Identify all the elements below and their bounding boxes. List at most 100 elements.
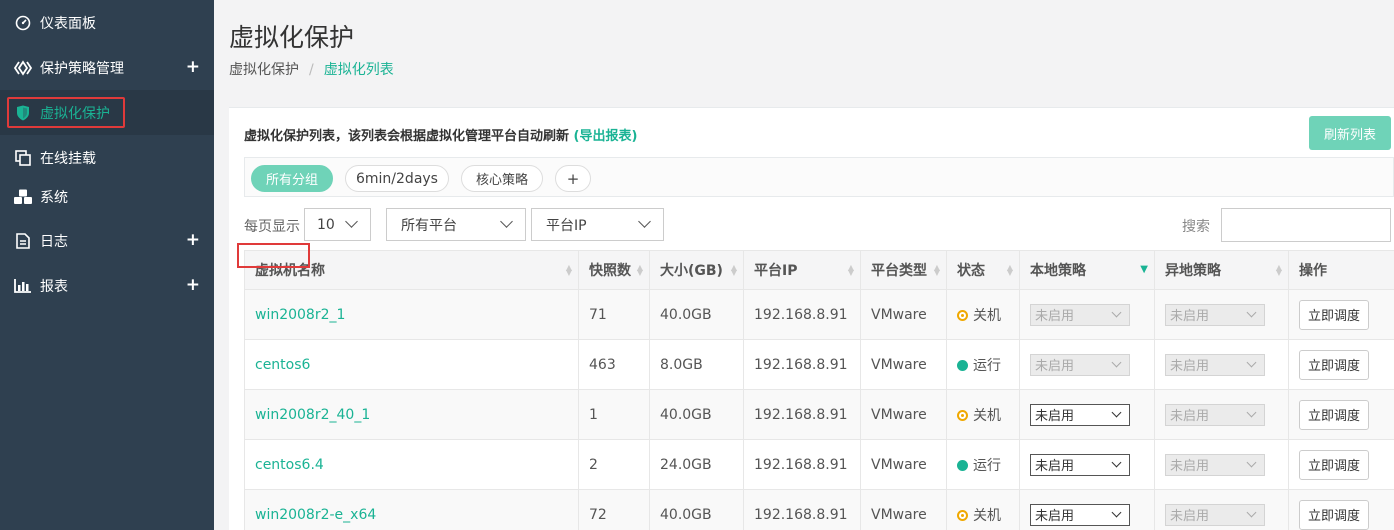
cell-platform-ip: 192.168.8.91 [743, 489, 861, 530]
table-row: win2008r2_1 71 40.0GB 192.168.8.91 VMware 关机 未… [244, 289, 1394, 340]
highlight-box [7, 97, 125, 128]
filter-bar: 每页显示 10 所有平台 平台IP 搜索 [244, 208, 1394, 242]
remote-policy-select: 未启用 [1165, 403, 1265, 426]
local-policy-select[interactable]: 未启用 [1030, 403, 1130, 426]
expand-plus-icon[interactable]: + [186, 230, 200, 250]
table-header-row: 虚拟机名称 ▲ ▼ 快照数 ▲ ▼ 大小(GB) ▲ ▼ 平台IP ▲ ▼ 平台类型 ▲ ▼ 状态 ▲… [244, 250, 1394, 290]
local-policy-select: 未启用 [1030, 353, 1130, 376]
cell-platform-ip: 192.168.8.91 [743, 439, 861, 490]
chevron-down-icon [1111, 357, 1122, 367]
chevron-down-icon [1111, 407, 1122, 417]
highlight-box [236, 242, 310, 268]
vm-name-link[interactable]: win2008r2_1 [255, 307, 345, 323]
per-page-select[interactable]: 10 [304, 208, 371, 241]
cell-snapshots: 1 [578, 389, 650, 440]
cell-vm-name: win2008r2-e_x64 [244, 489, 579, 530]
schedule-now-button[interactable]: 立即调度 [1299, 449, 1369, 480]
group-tag-bar: 所有分组 6min/2days 核心策略 + [244, 157, 1394, 197]
sort-icon: ▲ ▼ [1275, 263, 1282, 277]
status-text: 运行 [973, 457, 1001, 474]
column-header-status[interactable]: 状态 ▲ ▼ [946, 250, 1020, 290]
add-tag-button[interactable]: + [555, 165, 591, 192]
cell-vm-name: win2008r2_40_1 [244, 389, 579, 440]
tag-core-policy[interactable]: 核心策略 [461, 165, 543, 192]
cell-action: 立即调度 [1288, 439, 1394, 490]
search-label: 搜索 [1182, 219, 1210, 235]
sidebar-item-label: 系统 [40, 189, 68, 206]
sidebar-item-virtualization[interactable]: 虚拟化保护 [0, 90, 214, 135]
chevron-down-icon [1111, 457, 1122, 467]
column-header-platform-type[interactable]: 平台类型 ▲ ▼ [860, 250, 947, 290]
schedule-now-button[interactable]: 立即调度 [1299, 349, 1369, 380]
platform-ip-value: 平台IP [546, 217, 587, 234]
sidebar-item-label: 报表 [40, 278, 68, 295]
vm-name-link[interactable]: centos6.4 [255, 457, 324, 473]
running-dot-icon [957, 359, 968, 371]
column-header-local-policy[interactable]: 本地策略 ▼ [1019, 250, 1155, 290]
sidebar-item-log[interactable]: 日志 + [0, 218, 214, 263]
chevron-down-icon [1246, 507, 1257, 517]
running-dot-icon [957, 459, 968, 471]
cell-platform-ip: 192.168.8.91 [743, 289, 861, 340]
table-row: centos6.4 2 24.0GB 192.168.8.91 VMware 运行 未启用 未… [244, 439, 1394, 490]
local-policy-select[interactable]: 未启用 [1030, 453, 1130, 476]
vm-name-link[interactable]: centos6 [255, 357, 310, 373]
cell-platform-type: VMware [860, 439, 947, 490]
expand-plus-icon[interactable]: + [186, 275, 200, 295]
expand-plus-icon[interactable]: + [186, 57, 200, 77]
cell-status: 关机 [946, 289, 1020, 340]
column-header-remote-policy[interactable]: 异地策略 ▲ ▼ [1154, 250, 1289, 290]
panel-heading: 虚拟化保护列表，该列表会根据虚拟化管理平台自动刷新 (导出报表) [244, 125, 637, 144]
vm-name-link[interactable]: win2008r2-e_x64 [255, 507, 376, 523]
vm-name-link[interactable]: win2008r2_40_1 [255, 407, 370, 423]
search-input[interactable] [1221, 208, 1391, 242]
vm-table: 虚拟机名称 ▲ ▼ 快照数 ▲ ▼ 大小(GB) ▲ ▼ 平台IP ▲ ▼ 平台类型 ▲ ▼ 状态 ▲… [236, 242, 1394, 530]
stopped-circle-icon [957, 509, 968, 521]
sidebar-item-label: 在线挂载 [40, 150, 96, 167]
cell-action: 立即调度 [1288, 389, 1394, 440]
refresh-list-button[interactable]: 刷新列表 [1309, 116, 1391, 150]
export-report-link[interactable]: (导出报表) [574, 129, 638, 144]
chevron-down-icon [345, 215, 358, 228]
cell-platform-type: VMware [860, 389, 947, 440]
sidebar: 仪表面板 保护策略管理 + 虚拟化保护 在线挂载 系统 日志 + 报表 + [0, 0, 214, 530]
policy-diamond-icon [13, 58, 33, 78]
cell-local-policy: 未启用 [1019, 439, 1155, 490]
sidebar-item-report[interactable]: 报表 + [0, 263, 214, 308]
sidebar-item-system[interactable]: 系统 [0, 174, 214, 219]
sort-icon: ▲ ▼ [730, 263, 737, 277]
schedule-now-button[interactable]: 立即调度 [1299, 399, 1369, 430]
sidebar-item-policy[interactable]: 保护策略管理 + [0, 45, 214, 90]
platform-select[interactable]: 所有平台 [386, 208, 526, 241]
bar-chart-icon [13, 276, 33, 296]
sidebar-item-dashboard[interactable]: 仪表面板 [0, 0, 214, 45]
cell-remote-policy: 未启用 [1154, 389, 1289, 440]
platform-ip-select[interactable]: 平台IP [531, 208, 664, 241]
cell-vm-name: centos6.4 [244, 439, 579, 490]
platform-value: 所有平台 [401, 217, 457, 234]
column-header-size[interactable]: 大小(GB) ▲ ▼ [649, 250, 744, 290]
schedule-now-button[interactable]: 立即调度 [1299, 299, 1369, 330]
schedule-now-button[interactable]: 立即调度 [1299, 499, 1369, 530]
local-policy-select[interactable]: 未启用 [1030, 503, 1130, 526]
sort-desc-icon: ▼ [1140, 264, 1148, 275]
column-header-snapshots[interactable]: 快照数 ▲ ▼ [578, 250, 650, 290]
cell-status: 运行 [946, 339, 1020, 390]
cell-snapshots: 72 [578, 489, 650, 530]
cell-platform-type: VMware [860, 489, 947, 530]
breadcrumb-item[interactable]: 虚拟化保护 [229, 62, 299, 78]
remote-policy-select: 未启用 [1165, 353, 1265, 376]
local-policy-select: 未启用 [1030, 303, 1130, 326]
tag-6min-2days[interactable]: 6min/2days [345, 165, 449, 192]
cell-size: 40.0GB [649, 289, 744, 340]
cell-local-policy: 未启用 [1019, 489, 1155, 530]
chevron-down-icon [1246, 407, 1257, 417]
cell-remote-policy: 未启用 [1154, 439, 1289, 490]
column-header-platform-ip[interactable]: 平台IP ▲ ▼ [743, 250, 861, 290]
cell-local-policy: 未启用 [1019, 339, 1155, 390]
chevron-down-icon [1111, 307, 1122, 317]
cell-status: 关机 [946, 389, 1020, 440]
cell-vm-name: centos6 [236, 242, 579, 390]
sort-icon: ▲ ▼ [636, 263, 643, 277]
tag-all-groups[interactable]: 所有分组 [251, 165, 333, 192]
